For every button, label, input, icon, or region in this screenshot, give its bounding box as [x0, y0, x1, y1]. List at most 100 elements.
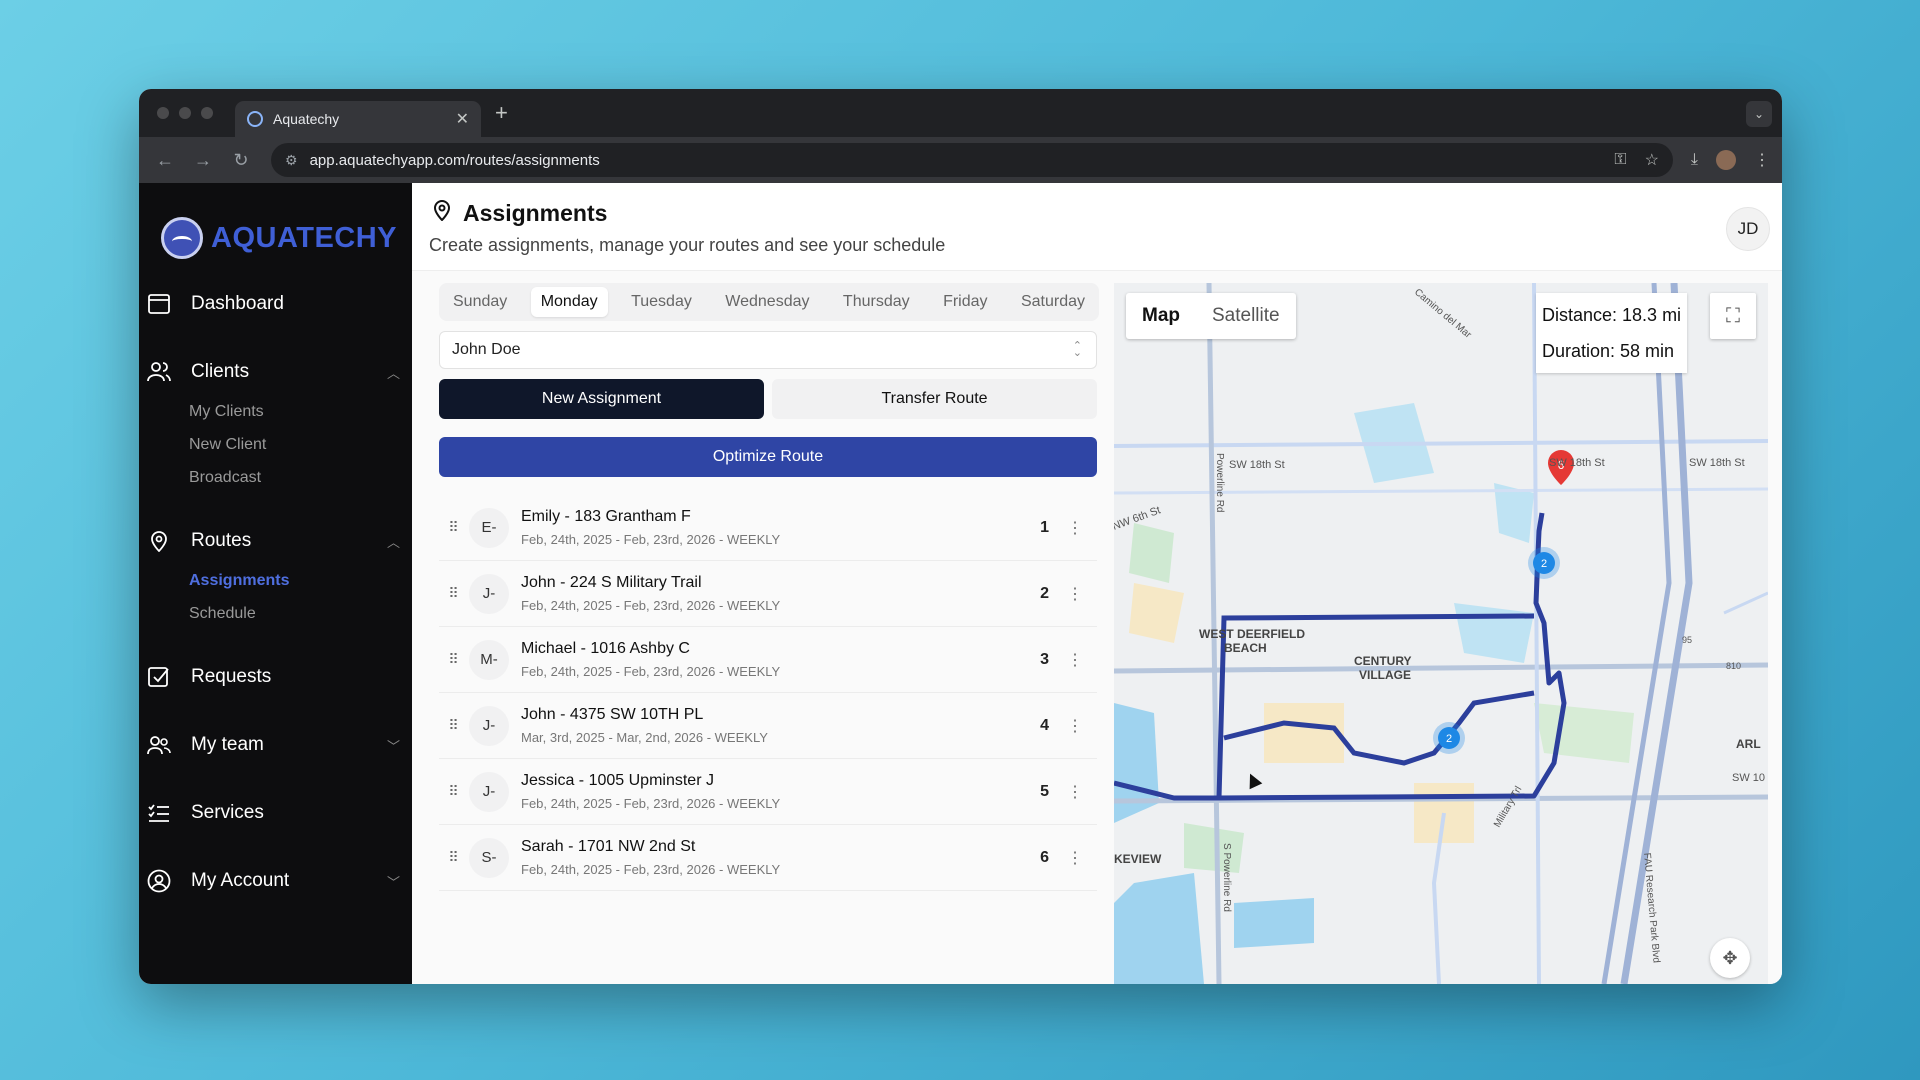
chevron-down-icon[interactable]: ﹀ [387, 736, 400, 755]
map-label: 810 [1726, 661, 1741, 671]
main-content: Assignments Create assignments, manage y… [412, 183, 1782, 984]
sidebar-subitem-assignments[interactable]: Assignments [189, 564, 412, 597]
chevron-up-icon[interactable]: ︿ [387, 532, 400, 551]
more-vertical-icon[interactable]: ⋮ [1067, 848, 1083, 868]
assignments-panel: Sunday Monday Tuesday Wednesday Thursday… [424, 283, 1099, 984]
browser-tab[interactable]: Aquatechy ✕ [235, 101, 481, 137]
tab-satellite[interactable]: Satellite [1196, 293, 1296, 339]
avatar: E- [469, 507, 509, 548]
avatar: J- [469, 705, 509, 746]
tab-wednesday[interactable]: Wednesday [715, 287, 819, 317]
sidebar-subitem-broadcast[interactable]: Broadcast [189, 461, 412, 494]
tab-tuesday[interactable]: Tuesday [621, 287, 702, 317]
assignment-title: Michael - 1016 Ashby C [521, 640, 690, 657]
map-pin-icon [433, 199, 451, 227]
key-icon[interactable]: ⚿ [1614, 151, 1626, 169]
more-vertical-icon[interactable]: ⋮ [1067, 518, 1083, 538]
download-icon[interactable]: ⤓ [1691, 151, 1698, 169]
svg-text:2: 2 [1446, 733, 1452, 745]
sidebar-subitem-schedule[interactable]: Schedule [189, 597, 412, 630]
chevron-down-icon[interactable]: ﹀ [387, 872, 400, 891]
sidebar-item-clients[interactable]: Clients ︿ [139, 349, 412, 395]
list-item[interactable]: ⠿ J- John - 224 S Military Trail Feb, 24t… [439, 561, 1097, 627]
sidebar-nav: Dashboard Clients ︿ My Clients New Clien… [139, 281, 412, 904]
logo[interactable]: AQUATECHY [161, 217, 412, 259]
list-item[interactable]: ⠿ S- Sarah - 1701 NW 2nd St Feb, 24th, 20… [439, 825, 1097, 891]
map-label: SW 18th St [1549, 457, 1605, 469]
map-label: SW 18th St [1229, 459, 1285, 471]
sidebar-subitem-my-clients[interactable]: My Clients [189, 395, 412, 428]
clients-submenu: My Clients New Client Broadcast [139, 395, 412, 494]
drag-handle-icon[interactable]: ⠿ [439, 519, 469, 536]
bookmark-star-icon[interactable]: ☆ [1645, 150, 1659, 170]
drag-handle-icon[interactable]: ⠿ [439, 651, 469, 668]
map-pin-icon [147, 529, 171, 553]
optimize-route-button[interactable]: Optimize Route [439, 437, 1097, 477]
sidebar-item-label: My Account [191, 870, 290, 891]
sidebar-item-dashboard[interactable]: Dashboard [139, 281, 412, 327]
close-tab-icon[interactable]: ✕ [456, 109, 469, 129]
back-button[interactable]: ← [151, 150, 179, 171]
route-marker-2-cluster[interactable]: 2 [1433, 722, 1465, 754]
tab-search-button[interactable]: ⌄ [1746, 101, 1772, 127]
user-avatar[interactable]: JD [1726, 207, 1770, 251]
sidebar-item-requests[interactable]: Requests [139, 654, 412, 700]
route-marker-2[interactable]: 2 [1528, 547, 1560, 579]
maximize-window-button[interactable] [201, 107, 213, 119]
tab-thursday[interactable]: Thursday [833, 287, 920, 317]
list-item[interactable]: ⠿ M- Michael - 1016 Ashby C Feb, 24th, 20… [439, 627, 1097, 693]
map-label: S Powerline Rd [1221, 843, 1232, 912]
assignment-dates: Feb, 24th, 2025 - Feb, 23rd, 2026 - WEEK… [521, 664, 781, 679]
tab-saturday[interactable]: Saturday [1011, 287, 1095, 317]
sidebar-item-routes[interactable]: Routes ︿ [139, 518, 412, 564]
recenter-icon[interactable]: ✥ [1710, 938, 1750, 978]
sidebar-item-my-account[interactable]: My Account ﹀ [139, 858, 412, 904]
forward-button[interactable]: → [189, 150, 217, 171]
minimize-window-button[interactable] [179, 107, 191, 119]
avatar: S- [469, 837, 509, 878]
assignment-order: 4 [1040, 716, 1049, 734]
profile-avatar[interactable] [1716, 150, 1736, 170]
drag-handle-icon[interactable]: ⠿ [439, 717, 469, 734]
list-item[interactable]: ⠿ J- Jessica - 1005 Upminster J Feb, 24th… [439, 759, 1097, 825]
url-text: app.aquatechyapp.com/routes/assignments [309, 151, 600, 169]
more-vertical-icon[interactable]: ⋮ [1067, 782, 1083, 802]
close-window-button[interactable] [157, 107, 169, 119]
tab-friday[interactable]: Friday [933, 287, 997, 317]
browser-menu-icon[interactable]: ⋮ [1754, 150, 1770, 170]
assignment-order: 3 [1040, 650, 1049, 668]
browser-toolbar: ← → ↻ ⚙ app.aquatechyapp.com/routes/assi… [139, 137, 1782, 183]
new-tab-button[interactable]: + [495, 100, 508, 126]
chevron-up-icon[interactable]: ︿ [387, 363, 400, 382]
drag-handle-icon[interactable]: ⠿ [439, 585, 469, 602]
reload-button[interactable]: ↻ [227, 150, 255, 171]
address-bar[interactable]: ⚙ app.aquatechyapp.com/routes/assignment… [271, 143, 1673, 177]
avatar: J- [469, 573, 509, 614]
assignment-dates: Feb, 24th, 2025 - Feb, 23rd, 2026 - WEEK… [521, 532, 781, 547]
tab-map[interactable]: Map [1126, 293, 1196, 339]
technician-select[interactable]: John Doe ⌃ ⌄ [439, 331, 1097, 369]
drag-handle-icon[interactable]: ⠿ [439, 783, 469, 800]
more-vertical-icon[interactable]: ⋮ [1067, 650, 1083, 670]
new-assignment-button[interactable]: New Assignment [439, 379, 764, 419]
more-vertical-icon[interactable]: ⋮ [1067, 716, 1083, 736]
list-item[interactable]: ⠿ E- Emily - 183 Grantham F Feb, 24th, 20… [439, 495, 1097, 561]
route-map[interactable]: 6 2 2 SW 18th St SW 18th St SW 18th St N… [1114, 283, 1768, 984]
transfer-route-button[interactable]: Transfer Route [772, 379, 1097, 419]
list-item[interactable]: ⠿ J- John - 4375 SW 10TH PL Mar, 3rd, 202… [439, 693, 1097, 759]
tab-title: Aquatechy [273, 111, 340, 127]
drag-handle-icon[interactable]: ⠿ [439, 849, 469, 866]
fullscreen-icon[interactable]: ⛶ [1710, 293, 1756, 339]
sidebar-item-my-team[interactable]: My team ﹀ [139, 722, 412, 768]
route-duration: Duration: 58 min [1542, 341, 1675, 361]
site-info-icon[interactable]: ⚙ [285, 152, 298, 169]
tab-sunday[interactable]: Sunday [443, 287, 517, 317]
checkbox-icon [147, 665, 171, 689]
user-circle-icon [147, 869, 171, 893]
more-vertical-icon[interactable]: ⋮ [1067, 584, 1083, 604]
assignment-title: John - 4375 SW 10TH PL [521, 706, 704, 723]
sidebar-item-services[interactable]: Services [139, 790, 412, 836]
assignment-dates: Feb, 24th, 2025 - Feb, 23rd, 2026 - WEEK… [521, 598, 781, 613]
sidebar-subitem-new-client[interactable]: New Client [189, 428, 412, 461]
tab-monday[interactable]: Monday [530, 287, 608, 317]
